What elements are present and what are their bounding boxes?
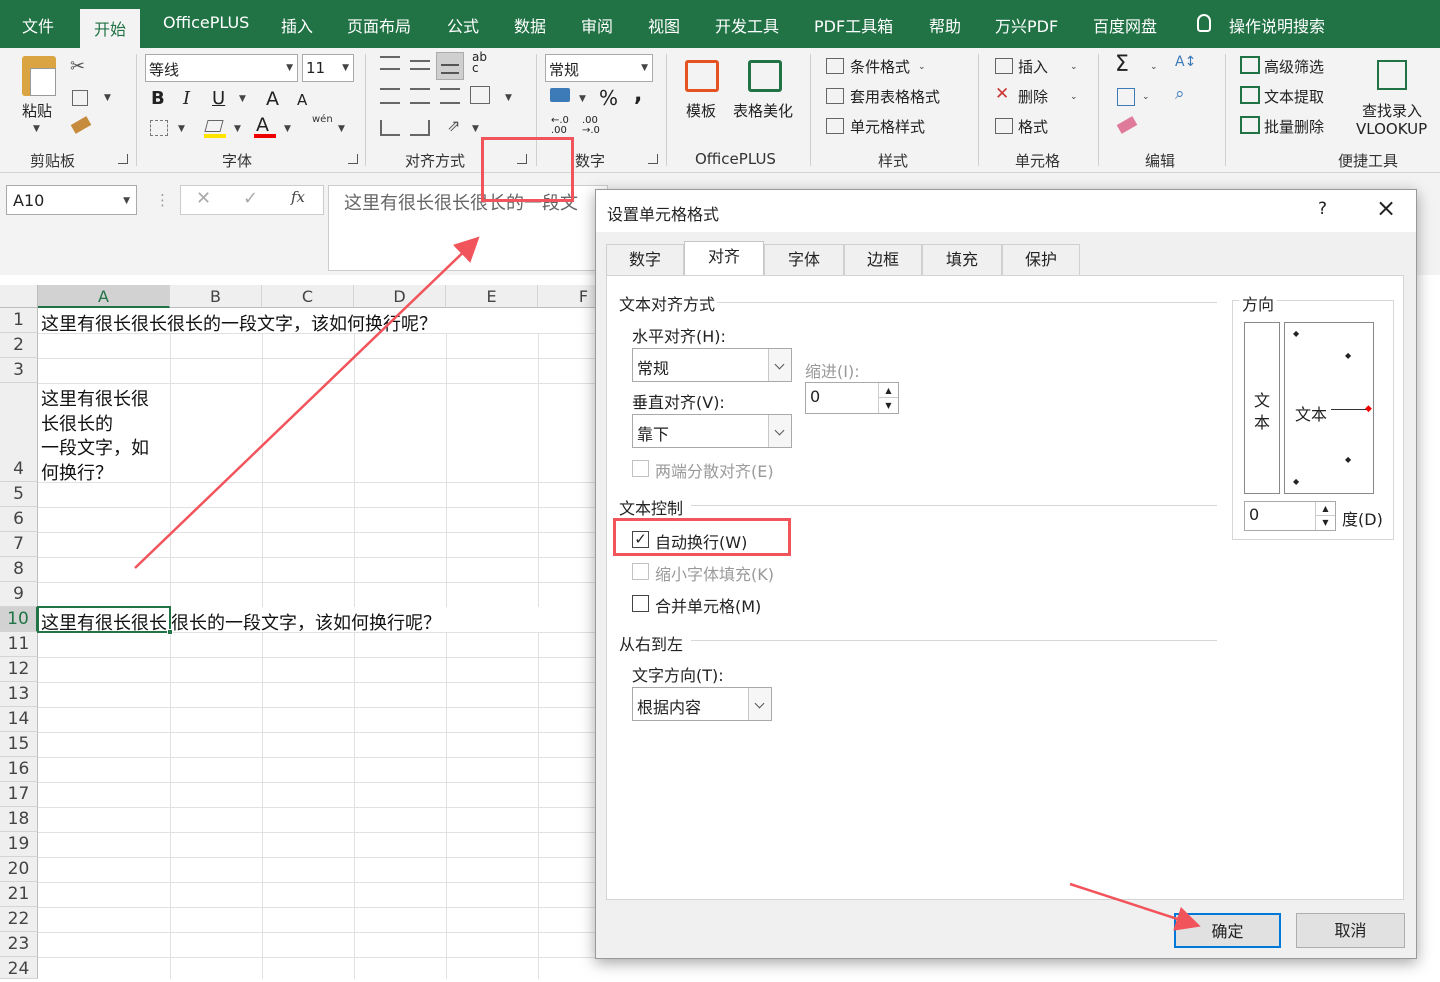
annotation-arrows [134, 236, 1201, 931]
arrow-to-ok [1069, 882, 1201, 931]
arrow-to-launcher [134, 236, 480, 569]
